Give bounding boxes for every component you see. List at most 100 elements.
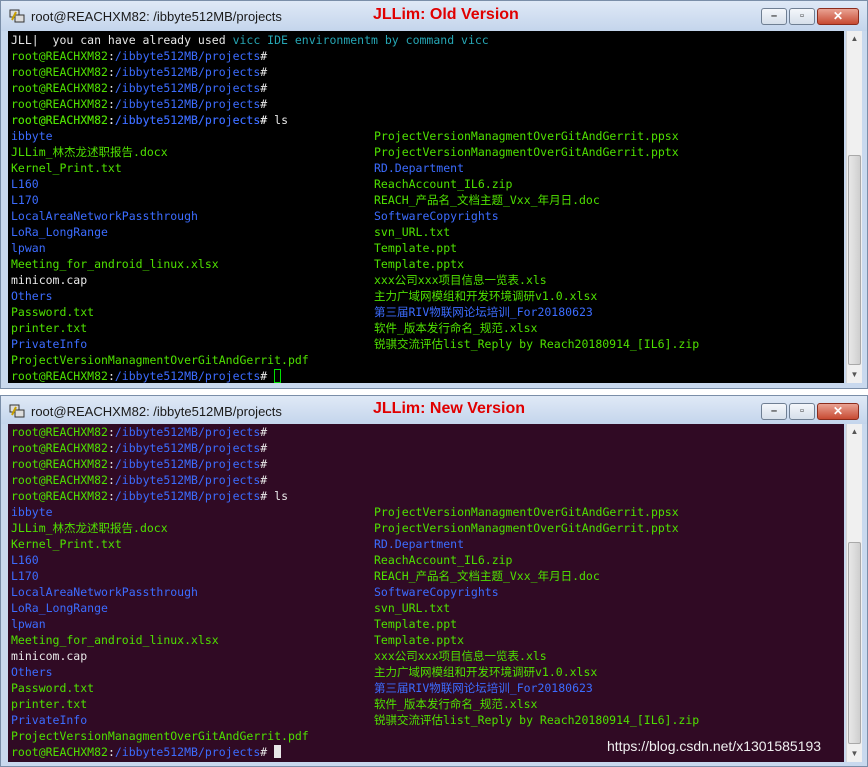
file-entry: REACH_产品名_文档主题_Vxx_年月日.doc — [374, 193, 600, 207]
putty-icon[interactable] — [9, 9, 25, 23]
file-entry: L160 — [11, 553, 39, 567]
file-entry: ReachAccount_IL6.zip — [374, 177, 513, 191]
prompt-separator: : — [107, 49, 115, 63]
list-item: LoRa_LongRange svn_URL.txt — [11, 600, 844, 616]
list-item: Password.txt 第三届RIV物联网论坛培训_For20180623 — [11, 680, 844, 696]
file-entry: SoftwareCopyrights — [374, 209, 499, 223]
list-item: minicom.cap xxx公司xxx项目信息一览表.xls — [11, 272, 844, 288]
list-item: minicom.cap xxx公司xxx项目信息一览表.xls — [11, 648, 844, 664]
prompt-line: root@REACHXM82:/ibbyte512MB/projects# — [11, 440, 267, 456]
maximize-icon: ▫ — [800, 405, 804, 417]
prompt-separator: : — [107, 65, 115, 79]
list-item: JLLim_林杰龙述职报告.docx ProjectVersionManagmen… — [11, 144, 844, 160]
list-item: PrivateInfo 锐骐交流评估list_Reply by Reach2018… — [11, 336, 844, 352]
terminal-window-old: root@REACHXM82: /ibbyte512MB/projects JL… — [0, 0, 868, 389]
file-entry: Template.pptx — [374, 633, 465, 647]
prompt-user: root@REACHXM82 — [11, 369, 108, 383]
file-entry: RD.Department — [374, 161, 465, 175]
list-item: ibbyte ProjectVersionManagmentOverGitAndG… — [11, 504, 844, 520]
prompt-line: root@REACHXM82:/ibbyte512MB/projects# ls — [11, 112, 288, 128]
scroll-down-arrow-icon[interactable]: ▼ — [847, 367, 862, 383]
prompt-user: root@REACHXM82 — [11, 489, 108, 503]
list-item: LocalAreaNetworkPassthrough SoftwareCopyr… — [11, 584, 844, 600]
title-bar[interactable]: root@REACHXM82: /ibbyte512MB/projects JL… — [1, 1, 867, 31]
scroll-thumb[interactable] — [848, 155, 861, 365]
file-entry: ibbyte — [11, 129, 53, 143]
prompt-path: /ibbyte512MB/projects — [114, 745, 261, 759]
list-item: L170 REACH_产品名_文档主题_Vxx_年月日.doc — [11, 568, 844, 584]
prompt-separator: : — [107, 473, 115, 487]
file-entry: Template.ppt — [374, 241, 458, 255]
file-entry: LoRa_LongRange — [11, 225, 108, 239]
close-button[interactable]: ✕ — [817, 8, 859, 25]
prompt-path: /ibbyte512MB/projects — [114, 457, 261, 471]
prompt-path: /ibbyte512MB/projects — [114, 369, 261, 383]
scroll-up-arrow-icon[interactable]: ▲ — [847, 424, 862, 440]
close-icon: ✕ — [832, 404, 844, 418]
terminal-output[interactable]: JLL| you can have already used vicc IDE … — [8, 31, 844, 383]
file-entry: PrivateInfo — [11, 337, 88, 351]
prompt-symbol: # — [260, 441, 268, 455]
file-entry: Template.pptx — [374, 257, 465, 271]
file-entry: L170 — [11, 193, 39, 207]
minimize-icon: – — [770, 405, 778, 417]
putty-icon[interactable] — [9, 404, 25, 418]
minimize-button[interactable]: – — [761, 8, 787, 25]
text-cursor — [274, 369, 282, 383]
list-item: PrivateInfo 锐骐交流评估list_Reply by Reach2018… — [11, 712, 844, 728]
terminal-window-new: root@REACHXM82: /ibbyte512MB/projects JL… — [0, 395, 868, 767]
prompt-path: /ibbyte512MB/projects — [114, 473, 261, 487]
file-entry: ReachAccount_IL6.zip — [374, 553, 513, 567]
file-entry: Others — [11, 665, 53, 679]
scroll-down-arrow-icon[interactable]: ▼ — [847, 746, 862, 762]
file-entry: minicom.cap — [11, 273, 88, 287]
maximize-button[interactable]: ▫ — [789, 403, 815, 420]
minimize-button[interactable]: – — [761, 403, 787, 420]
vertical-scrollbar[interactable]: ▲ ▼ — [846, 424, 862, 762]
prompt-path: /ibbyte512MB/projects — [114, 441, 261, 455]
info-highlight: vicc IDE environmentm by command vicc — [232, 33, 489, 47]
title-bar[interactable]: root@REACHXM82: /ibbyte512MB/projects JL… — [1, 396, 867, 424]
prompt-separator: : — [107, 489, 115, 503]
file-entry: printer.txt — [11, 321, 88, 335]
text-cursor — [274, 745, 282, 758]
prompt-user: root@REACHXM82 — [11, 65, 108, 79]
list-item: L160 ReachAccount_IL6.zip — [11, 552, 844, 568]
file-entry: 主力广域网模组和开发环境调研v1.0.xlsx — [374, 289, 598, 303]
vertical-scrollbar[interactable]: ▲ ▼ — [846, 31, 862, 383]
prompt-line: root@REACHXM82:/ibbyte512MB/projects# — [11, 368, 282, 383]
prompt-user: root@REACHXM82 — [11, 81, 108, 95]
prompt-line: root@REACHXM82:/ibbyte512MB/projects# — [11, 472, 267, 488]
prompt-user: root@REACHXM82 — [11, 113, 108, 127]
prompt-symbol: # — [260, 97, 268, 111]
prompt-separator: : — [107, 425, 115, 439]
prompt-line: root@REACHXM82:/ibbyte512MB/projects# — [11, 64, 267, 80]
file-entry: Others — [11, 289, 53, 303]
file-entry: ProjectVersionManagmentOverGitAndGerrit.… — [11, 729, 309, 743]
list-item: Kernel_Print.txt RD.Department — [11, 160, 844, 176]
scroll-thumb[interactable] — [848, 542, 861, 744]
file-entry: 锐骐交流评估list_Reply by Reach20180914_[IL6].… — [374, 337, 700, 351]
file-entry: JLLim_林杰龙述职报告.docx — [11, 145, 168, 159]
list-item: L160 ReachAccount_IL6.zip — [11, 176, 844, 192]
file-entry: 锐骐交流评估list_Reply by Reach20180914_[IL6].… — [374, 713, 700, 727]
prompt-symbol: # — [260, 745, 268, 759]
maximize-button[interactable]: ▫ — [789, 8, 815, 25]
file-entry: L160 — [11, 177, 39, 191]
close-button[interactable]: ✕ — [817, 403, 859, 420]
file-entry: LoRa_LongRange — [11, 601, 108, 615]
prompt-line: root@REACHXM82:/ibbyte512MB/projects# — [11, 744, 282, 760]
scroll-up-arrow-icon[interactable]: ▲ — [847, 31, 862, 47]
file-entry: Meeting_for_android_linux.xlsx — [11, 257, 219, 271]
file-entry: RD.Department — [374, 537, 465, 551]
prompt-line: root@REACHXM82:/ibbyte512MB/projects# — [11, 48, 267, 64]
terminal-output[interactable]: root@REACHXM82:/ibbyte512MB/projects# roo… — [8, 424, 844, 762]
minimize-icon: – — [770, 10, 778, 22]
version-label: JLLim: New Version — [373, 400, 526, 417]
command-text: ls — [267, 113, 288, 127]
prompt-user: root@REACHXM82 — [11, 441, 108, 455]
prompt-path: /ibbyte512MB/projects — [114, 65, 261, 79]
list-item: Others 主力广域网模组和开发环境调研v1.0.xlsx — [11, 664, 844, 680]
prompt-path: /ibbyte512MB/projects — [114, 113, 261, 127]
list-item: Kernel_Print.txt RD.Department — [11, 536, 844, 552]
